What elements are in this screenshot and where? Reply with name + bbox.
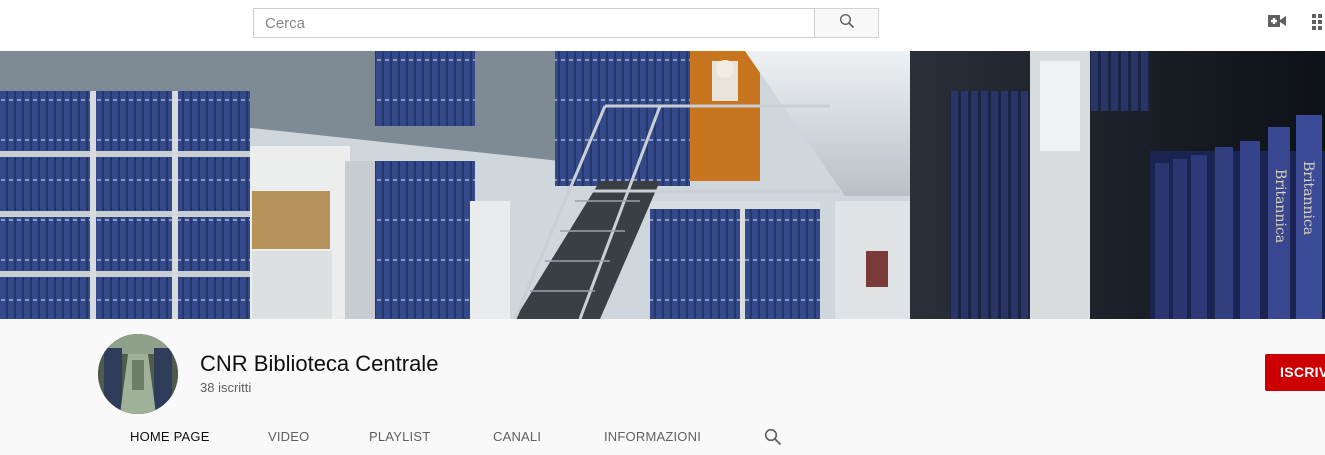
channel-search-icon[interactable] — [764, 428, 782, 446]
channel-avatar[interactable] — [98, 334, 178, 414]
tab-channels[interactable]: CANALI — [493, 429, 541, 444]
channel-name: CNR Biblioteca Centrale — [200, 351, 439, 376]
apps-grid-icon[interactable] — [1312, 14, 1325, 30]
create-video-icon[interactable] — [1268, 14, 1286, 28]
channel-banner: Britannica Britannica — [0, 51, 1325, 319]
subscribe-button[interactable]: ISCRIVITI — [1265, 354, 1325, 391]
banner-spine-text: Britannica — [1272, 169, 1288, 243]
search-icon — [839, 13, 855, 34]
channel-header: CNR Biblioteca Centrale 38 iscritti ISCR… — [0, 319, 1325, 455]
banner-spine-text: Britannica — [1300, 161, 1316, 235]
masthead — [0, 0, 1325, 51]
tab-playlist[interactable]: PLAYLIST — [369, 429, 430, 444]
search-button[interactable] — [815, 8, 879, 38]
search-input[interactable] — [253, 8, 815, 38]
subscriber-count: 38 iscritti — [200, 380, 252, 395]
channel-tabs: HOME PAGE VIDEO PLAYLIST CANALI INFORMAZ… — [0, 424, 1325, 454]
tab-about[interactable]: INFORMAZIONI — [604, 429, 701, 444]
tab-home[interactable]: HOME PAGE — [130, 429, 210, 444]
tab-video[interactable]: VIDEO — [268, 429, 309, 444]
